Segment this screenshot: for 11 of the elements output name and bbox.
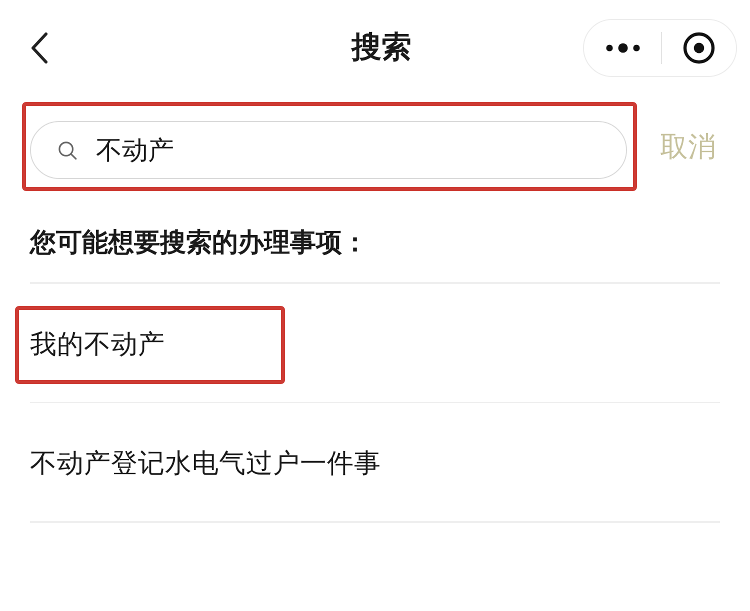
section-heading: 您可能想要搜索的办理事项： (30, 227, 368, 260)
back-chevron-icon (30, 32, 48, 64)
page-title: 搜索 (352, 29, 412, 67)
suggestion-item[interactable]: 不动产登记水电气过户一件事 (30, 446, 381, 482)
close-button[interactable] (683, 32, 715, 64)
search-field[interactable]: 不动产 (30, 121, 627, 179)
target-circle-icon (683, 32, 715, 64)
suggestion-item[interactable]: 我的不动产 (30, 326, 165, 362)
more-dots-icon (606, 43, 640, 53)
search-icon (58, 141, 77, 160)
more-button[interactable] (606, 43, 640, 53)
